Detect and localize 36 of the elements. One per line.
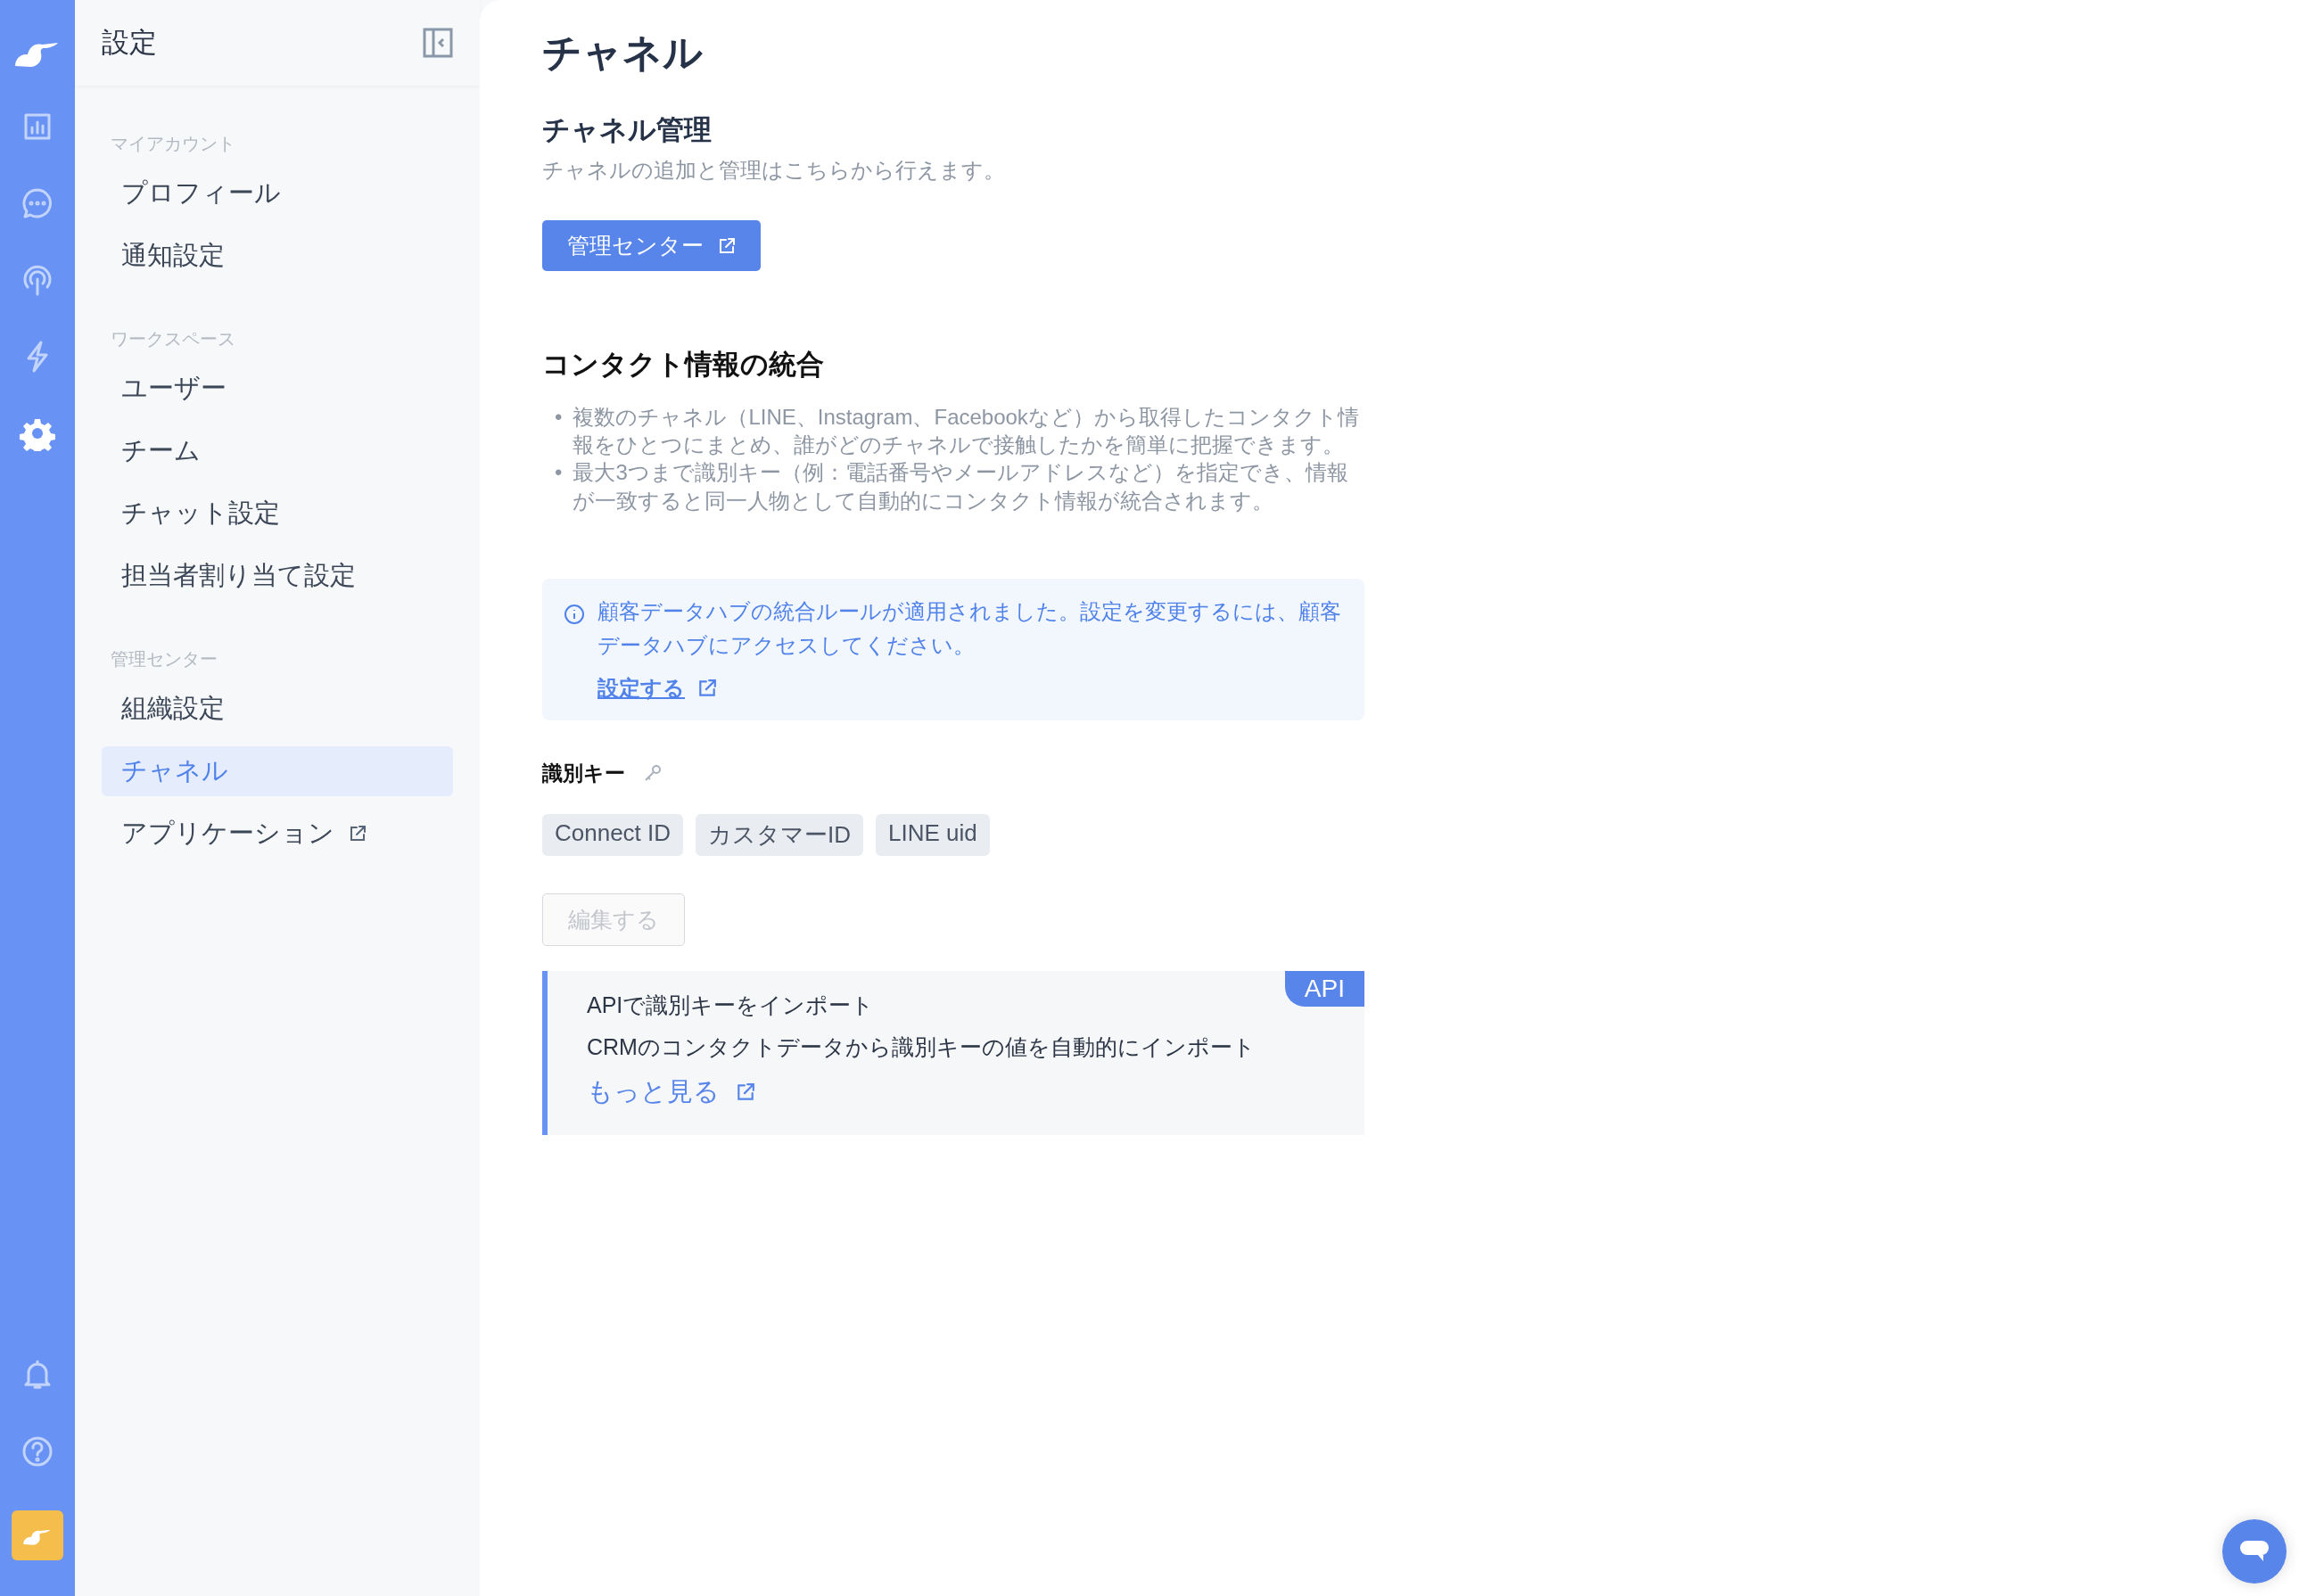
external-link-icon <box>718 236 736 255</box>
section-heading: チャネル管理 <box>542 113 712 147</box>
section-heading: コンタクト情報の統合 <box>542 348 824 382</box>
bullet-text: 複数のチャネル（LINE、Instagram、Facebookなど）から取得したコンタクト情報をひとつにまとめ、誰がどのチャネルで接触したかを簡単に把握できます。 <box>573 404 1360 459</box>
bullet-text: 最大3つまで識別キー（例：電話番号やメールアドレスなど）を指定でき、情報が一致すると同一人物として自動的にコンタクト情報が統合されます。 <box>573 459 1349 514</box>
page-title: チャネル <box>542 29 703 76</box>
sidebar-item[interactable]: チーム <box>102 426 220 476</box>
sidebar-item[interactable]: ユーザー <box>102 364 246 414</box>
speech-bubble-icon <box>2240 1541 2269 1562</box>
sidebar-item[interactable]: 担当者割り当て設定 <box>102 551 375 601</box>
bullet-marker: • <box>555 459 563 487</box>
api-badge: API <box>1284 970 1364 1007</box>
keys-label: 識別キー <box>542 760 625 786</box>
sidebar-item[interactable]: 組織設定 <box>102 684 244 734</box>
collapse-sidebar-icon[interactable] <box>423 28 453 58</box>
notice-text: 顧客データハブの統合ルールが適用されました。設定を変更するには、顧客データハブにアクセスしてください。 <box>597 597 1341 660</box>
section-label: マイアカウント <box>110 133 235 155</box>
card-title: APIで識別キーをインポート <box>587 991 876 1019</box>
sidebar-item[interactable]: アプリケーション <box>102 809 386 859</box>
key-tag: Connect ID <box>542 813 684 856</box>
card-description: CRMのコンタクトデータから識別キーの値を自動的にインポート <box>587 1032 1257 1061</box>
admin-center-button[interactable]: 管理センター <box>542 220 761 271</box>
external-link-icon <box>697 678 717 698</box>
key-tag: LINE uid <box>876 813 990 856</box>
key-tag: カスタマーID <box>696 813 864 856</box>
workspace-avatar[interactable] <box>12 1510 63 1560</box>
sidebar-item[interactable]: プロフィール <box>102 169 301 218</box>
info-icon <box>564 603 585 625</box>
sidebar-title: 設定 <box>102 26 157 60</box>
external-link-icon <box>736 1082 755 1102</box>
sidebar-item[interactable]: チャット設定 <box>102 489 300 539</box>
section-description: チャネルの追加と管理はこちらから行えます。 <box>542 157 1005 184</box>
section-label: 管理センター <box>110 648 218 670</box>
sidebar-item[interactable]: 通知設定 <box>102 231 244 281</box>
bullet-marker: • <box>555 404 563 431</box>
section-label: ワークスペース <box>110 328 235 350</box>
